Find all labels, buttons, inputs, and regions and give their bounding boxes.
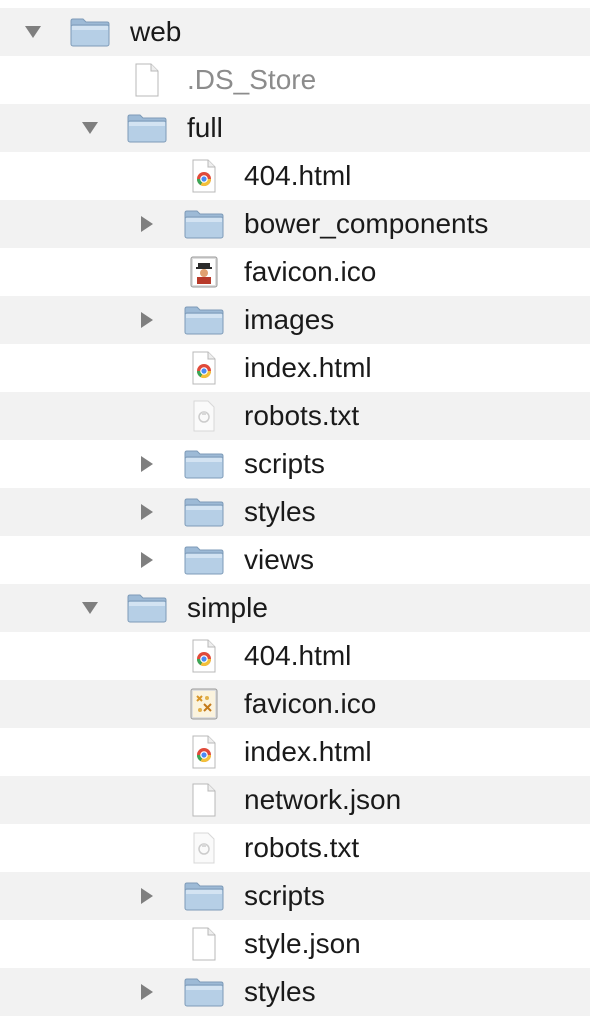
folder-row-styles[interactable]: styles — [0, 488, 590, 536]
folder-row-bower-components[interactable]: bower_components — [0, 200, 590, 248]
favicon-image-icon — [182, 255, 226, 289]
folder-name: scripts — [244, 880, 325, 911]
file-row-404-html[interactable]: 404.html — [0, 632, 590, 680]
folder-row-simple[interactable]: simple — [0, 584, 590, 632]
folder-name: views — [244, 544, 315, 575]
file-row-ds-store[interactable]: .DS_Store — [0, 56, 590, 104]
folder-icon — [68, 15, 112, 49]
html-document-icon — [182, 351, 226, 385]
folder-row-scripts[interactable]: scripts — [0, 440, 590, 488]
blank-document-icon — [125, 63, 169, 97]
folder-icon — [182, 975, 226, 1009]
disclosure-triangle-expanded-icon[interactable] — [22, 21, 44, 43]
file-name: robots.txt — [244, 832, 360, 863]
file-name: index.html — [244, 736, 372, 767]
disclosure-triangle-expanded-icon[interactable] — [79, 597, 101, 619]
file-row-favicon-ico[interactable]: favicon.ico — [0, 248, 590, 296]
folder-row-styles[interactable]: styles — [0, 968, 590, 1016]
file-name: index.html — [244, 352, 372, 383]
folder-row-scripts[interactable]: scripts — [0, 872, 590, 920]
file-row-robots-txt[interactable]: robots.txt — [0, 824, 590, 872]
file-row-network-json[interactable]: network.json — [0, 776, 590, 824]
folder-name: styles — [244, 496, 316, 527]
file-row-index-html[interactable]: index.html — [0, 728, 590, 776]
folder-icon — [182, 543, 226, 577]
folder-icon — [182, 879, 226, 913]
html-document-icon — [182, 735, 226, 769]
file-name: 404.html — [244, 160, 352, 191]
disclosure-triangle-collapsed-icon[interactable] — [136, 981, 158, 1003]
folder-icon — [182, 495, 226, 529]
file-row-404-html[interactable]: 404.html — [0, 152, 590, 200]
folder-name: bower_components — [244, 208, 489, 239]
file-name: 404.html — [244, 640, 352, 671]
folder-name: styles — [244, 976, 316, 1007]
folder-row-views[interactable]: views — [0, 536, 590, 584]
text-document-icon — [182, 831, 226, 865]
folder-name: simple — [187, 592, 268, 623]
text-document-icon — [182, 399, 226, 433]
disclosure-triangle-collapsed-icon[interactable] — [136, 885, 158, 907]
folder-row-web[interactable]: web — [0, 8, 590, 56]
folder-row-images[interactable]: images — [0, 296, 590, 344]
folder-icon — [125, 111, 169, 145]
folder-icon — [182, 303, 226, 337]
file-row-favicon-ico[interactable]: favicon.ico — [0, 680, 590, 728]
file-name: .DS_Store — [187, 64, 317, 95]
disclosure-triangle-collapsed-icon[interactable] — [136, 309, 158, 331]
blank-document-icon — [182, 927, 226, 961]
folder-icon — [182, 207, 226, 241]
disclosure-triangle-expanded-icon[interactable] — [79, 117, 101, 139]
blank-document-icon — [182, 783, 226, 817]
folder-row-full[interactable]: full — [0, 104, 590, 152]
file-name: favicon.ico — [244, 256, 377, 287]
folder-name: web — [130, 16, 182, 47]
file-row-robots-txt[interactable]: robots.txt — [0, 392, 590, 440]
folder-name: scripts — [244, 448, 325, 479]
favicon-preview-icon — [182, 687, 226, 721]
folder-icon — [125, 591, 169, 625]
folder-name: full — [187, 112, 223, 143]
file-name: robots.txt — [244, 400, 360, 431]
folder-name: images — [244, 304, 335, 335]
disclosure-triangle-collapsed-icon[interactable] — [136, 501, 158, 523]
file-name: favicon.ico — [244, 688, 377, 719]
file-tree: web .DS_Storefull 404.html bower_components… — [0, 0, 590, 1016]
file-row-style-json[interactable]: style.json — [0, 920, 590, 968]
file-row-index-html[interactable]: index.html — [0, 344, 590, 392]
file-name: network.json — [244, 784, 402, 815]
disclosure-triangle-collapsed-icon[interactable] — [136, 549, 158, 571]
file-name: style.json — [244, 928, 361, 959]
folder-icon — [182, 447, 226, 481]
html-document-icon — [182, 639, 226, 673]
disclosure-triangle-collapsed-icon[interactable] — [136, 453, 158, 475]
disclosure-triangle-collapsed-icon[interactable] — [136, 213, 158, 235]
html-document-icon — [182, 159, 226, 193]
